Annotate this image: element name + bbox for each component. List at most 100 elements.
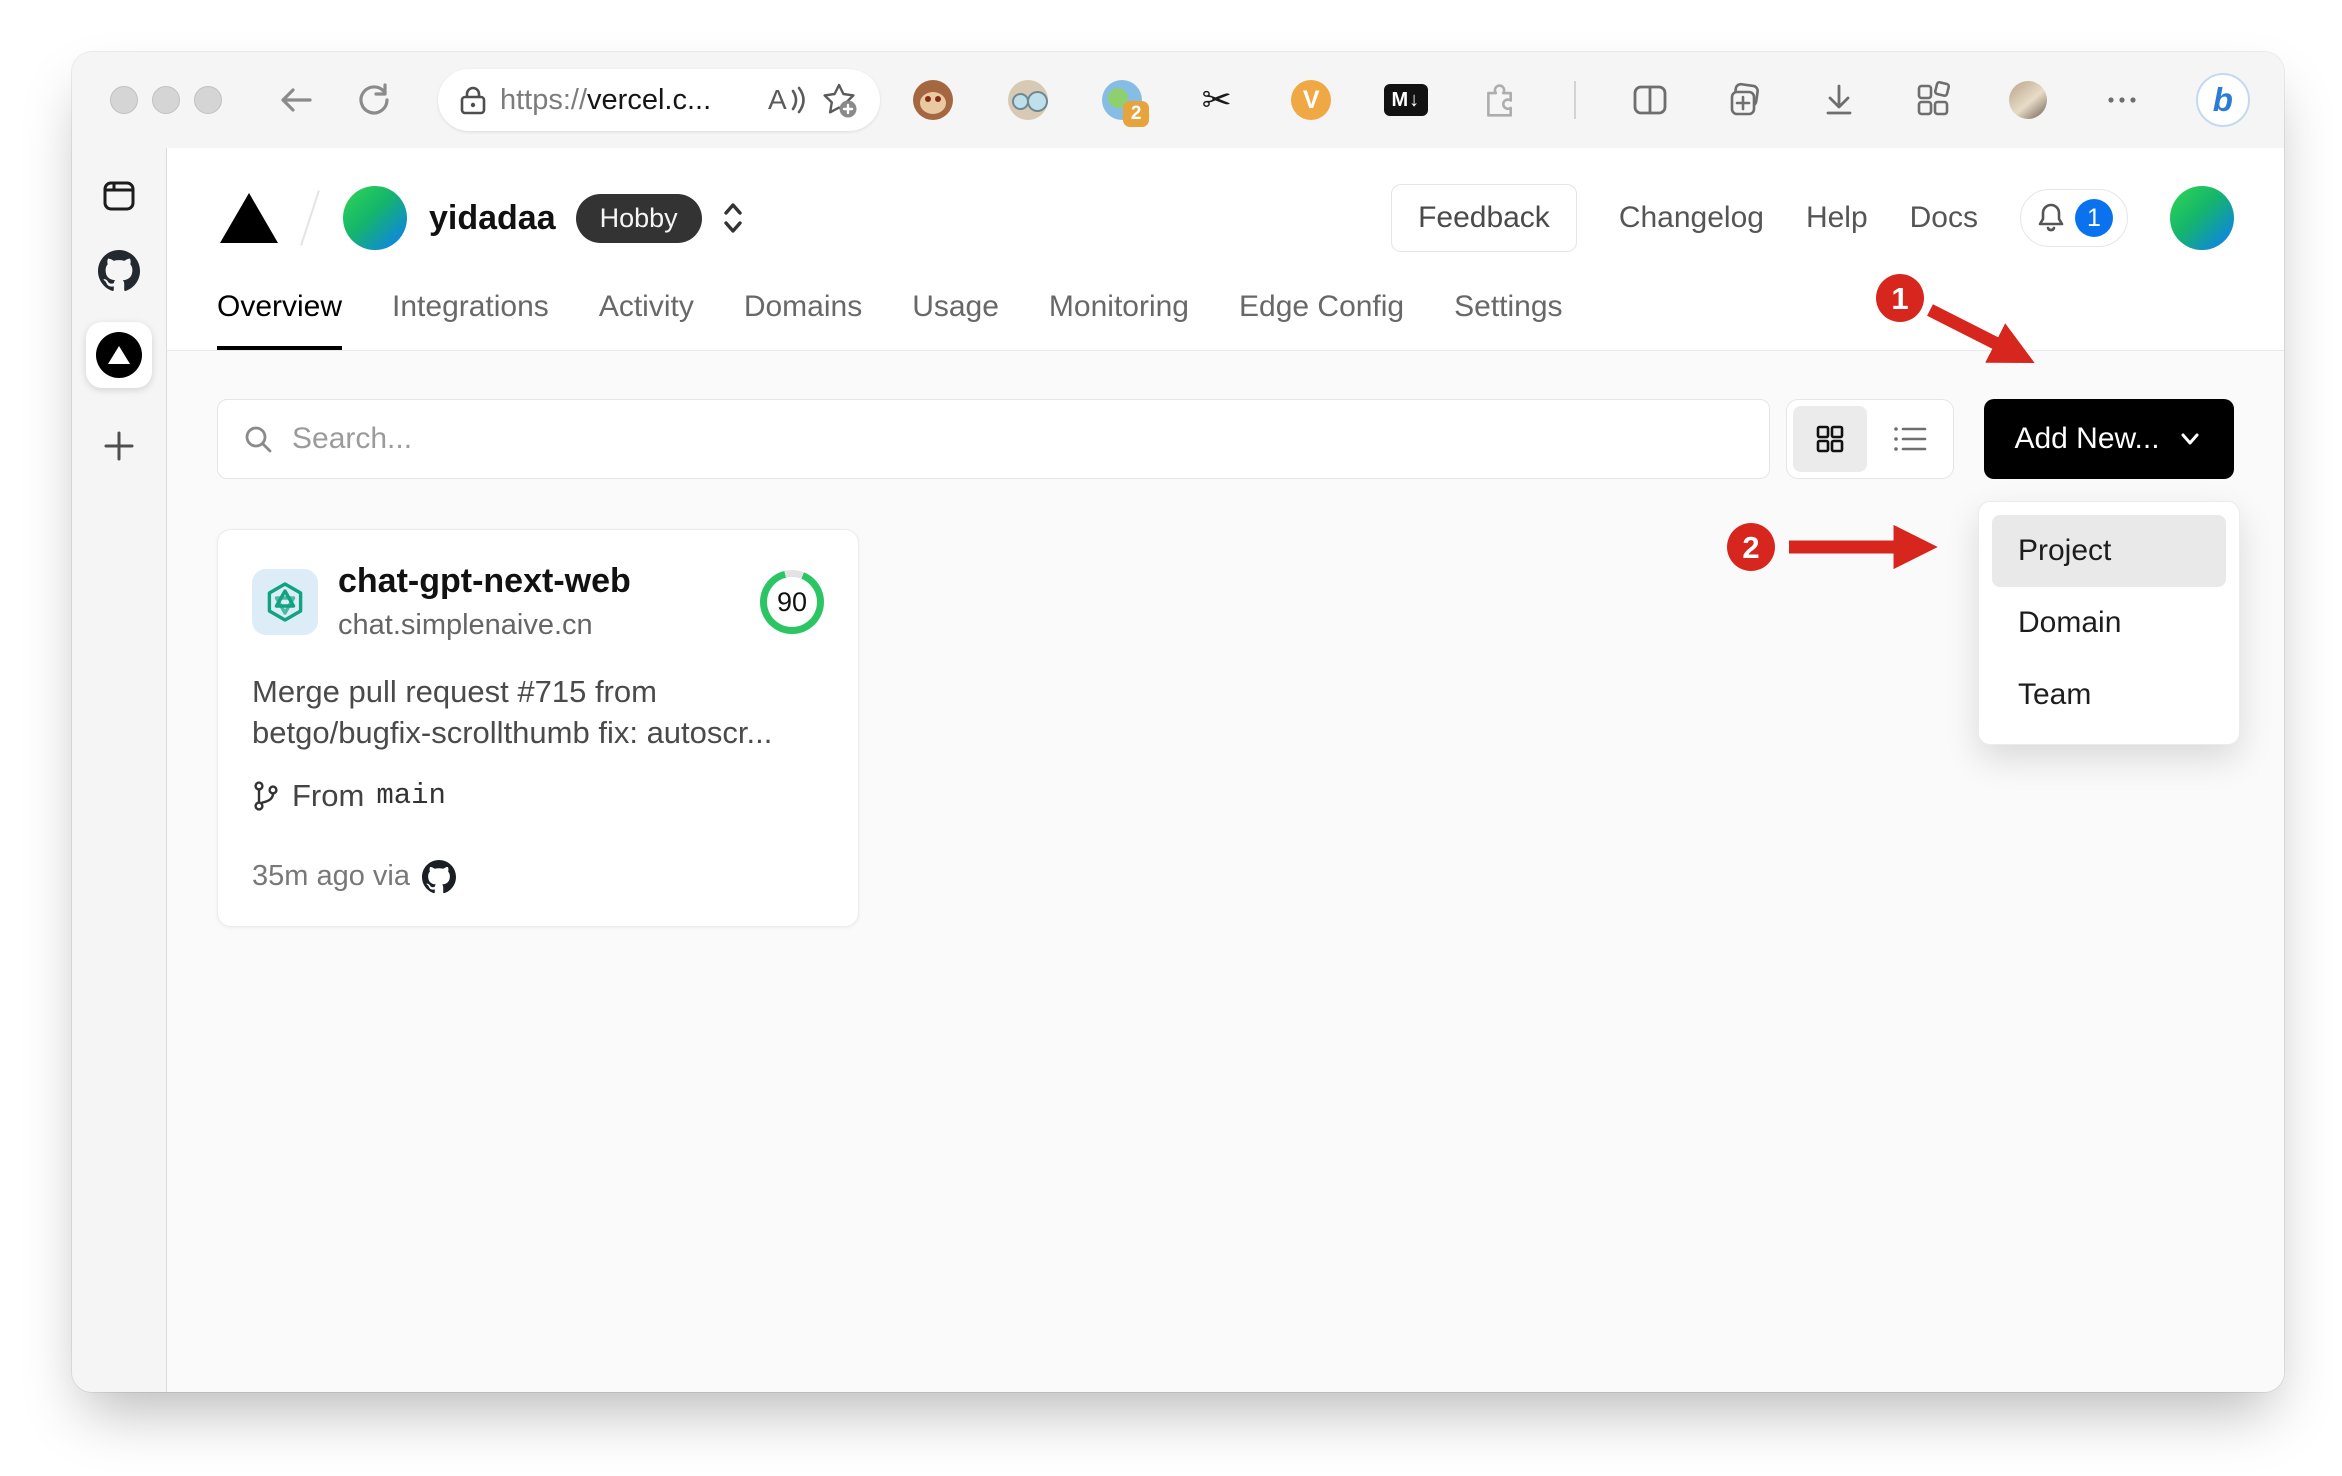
markdown-extension-icon[interactable]: M↓: [1383, 79, 1428, 121]
minimize-button[interactable]: [152, 86, 180, 114]
profile-extension-icon[interactable]: [1007, 79, 1049, 121]
tab-domains[interactable]: Domains: [744, 290, 862, 350]
sidebar-toggle-button[interactable]: [101, 178, 137, 214]
project-domain[interactable]: chat.simplenaive.cn: [338, 609, 631, 642]
project-names: chat-gpt-next-web chat.simplenaive.cn: [338, 562, 631, 642]
browser-window: https://vercel.c... A 2 ✂ V M↓ b yidadaa…: [72, 52, 2284, 1392]
v-extension-icon[interactable]: V: [1290, 79, 1332, 121]
monkey-icon: [913, 80, 953, 120]
close-button[interactable]: [110, 86, 138, 114]
dropdown-item-team[interactable]: Team: [1992, 659, 2226, 731]
tab-monitoring[interactable]: Monitoring: [1049, 290, 1189, 350]
toolbar-extensions: 2 ✂ V M↓ b: [912, 73, 2250, 127]
sidebar-item-github[interactable]: [98, 250, 140, 292]
project-name[interactable]: chat-gpt-next-web: [338, 562, 631, 601]
tab-usage[interactable]: Usage: [912, 290, 999, 350]
project-card[interactable]: chat-gpt-next-web chat.simplenaive.cn 90…: [217, 529, 859, 927]
person-glasses-icon: [1007, 80, 1048, 120]
tab-edge-config[interactable]: Edge Config: [1239, 290, 1404, 350]
ellipsis-icon: [2108, 97, 2136, 103]
address-bar[interactable]: https://vercel.c... A: [438, 69, 880, 131]
plan-badge: Hobby: [575, 193, 702, 243]
dropdown-item-project[interactable]: Project: [1992, 515, 2226, 587]
commit-message[interactable]: Merge pull request #715 from betgo/bugfi…: [252, 672, 824, 754]
team-name: yidadaa: [429, 198, 556, 237]
sync-extension-icon[interactable]: 2: [1101, 79, 1150, 127]
tab-integrations[interactable]: Integrations: [392, 290, 549, 350]
tab-settings[interactable]: Settings: [1454, 290, 1562, 350]
downloads-button[interactable]: [1818, 79, 1860, 121]
lighthouse-score-ring[interactable]: 90: [760, 570, 824, 634]
add-new-dropdown: Project Domain Team: [1978, 501, 2240, 745]
breadcrumb-slash: [300, 190, 320, 246]
back-arrow-icon: [281, 88, 312, 112]
dropdown-item-domain[interactable]: Domain: [1992, 587, 2226, 659]
vercel-logo-icon[interactable]: [217, 190, 281, 246]
refresh-button[interactable]: [352, 78, 396, 122]
v-circle-icon: V: [1291, 80, 1332, 120]
scissors-icon: ✂: [1201, 79, 1232, 120]
openai-logo-icon: [267, 582, 303, 622]
bell-icon: [2038, 203, 2064, 232]
browser-body: yidadaa Hobby Feedback Changelog Help Do…: [72, 148, 2284, 1392]
apps-grid-icon: [1917, 80, 1951, 116]
scissors-extension-icon[interactable]: ✂: [1196, 79, 1238, 121]
add-new-button[interactable]: Add New...: [1984, 399, 2234, 479]
extensions-menu-button[interactable]: [1479, 79, 1521, 121]
user-avatar[interactable]: [2170, 186, 2234, 250]
branch-label: From: [292, 777, 365, 813]
svg-text:A: A: [768, 84, 787, 115]
read-aloud-icon[interactable]: A: [766, 83, 806, 117]
bing-chat-button[interactable]: b: [2195, 73, 2250, 127]
team-avatar[interactable]: [343, 186, 407, 250]
tab-activity[interactable]: Activity: [599, 290, 694, 350]
split-screen-button[interactable]: [1629, 79, 1671, 121]
chevron-down-icon: [2181, 433, 2199, 445]
sidebar-item-vercel-active[interactable]: [86, 322, 152, 388]
tab-overview[interactable]: Overview: [217, 290, 343, 350]
view-toggle: [1786, 399, 1954, 479]
github-icon: [98, 250, 140, 291]
browser-profile-button[interactable]: [2007, 79, 2049, 121]
branch-row: From main: [252, 778, 824, 814]
github-source-icon: [422, 859, 456, 893]
fullscreen-button[interactable]: [194, 86, 222, 114]
download-icon: [1826, 84, 1852, 115]
lock-icon: [460, 86, 486, 115]
sidebar-add-button[interactable]: [101, 428, 137, 464]
apps-button[interactable]: [1912, 79, 1954, 121]
search-box[interactable]: [217, 399, 1770, 479]
changelog-link[interactable]: Changelog: [1619, 201, 1764, 235]
help-link[interactable]: Help: [1806, 201, 1868, 235]
project-card-header: chat-gpt-next-web chat.simplenaive.cn 90: [252, 562, 824, 642]
commit-line-2: betgo/bugfix-scrollthumb fix: autoscr...: [252, 714, 773, 750]
vercel-page: yidadaa Hobby Feedback Changelog Help Do…: [167, 148, 2284, 1392]
more-menu-button[interactable]: [2101, 79, 2143, 121]
vercel-triangle-icon: [108, 346, 130, 364]
notifications-button[interactable]: 1: [2020, 189, 2128, 247]
sync-badge: 2: [1123, 101, 1150, 127]
branch-name: main: [376, 779, 446, 813]
tampermonkey-extension-icon[interactable]: [912, 79, 954, 121]
projects-toolbar: Add New...: [217, 399, 2234, 479]
grid-view-button[interactable]: [1793, 406, 1867, 472]
toolbar-divider: [1573, 81, 1576, 119]
notification-count-badge: 1: [2075, 199, 2113, 237]
list-view-icon: [1894, 427, 1927, 451]
edge-sidebar: [72, 148, 167, 1392]
back-button[interactable]: [274, 78, 318, 122]
vercel-tabs: Overview Integrations Activity Domains U…: [217, 290, 2234, 350]
plus-icon: [104, 431, 134, 461]
refresh-icon: [359, 83, 389, 115]
feedback-button[interactable]: Feedback: [1391, 184, 1577, 252]
desktop: https://vercel.c... A 2 ✂ V M↓ b yidadaa…: [0, 0, 2342, 1476]
team-switcher-button[interactable]: [718, 198, 748, 238]
search-input[interactable]: [292, 422, 1745, 456]
docs-link[interactable]: Docs: [1910, 201, 1978, 235]
favorite-star-icon[interactable]: [820, 81, 858, 119]
profile-avatar: [2008, 81, 2047, 119]
collections-button[interactable]: [1723, 79, 1765, 121]
collections-icon: [1730, 82, 1759, 116]
puzzle-icon: [1487, 84, 1513, 117]
list-view-button[interactable]: [1873, 406, 1947, 472]
